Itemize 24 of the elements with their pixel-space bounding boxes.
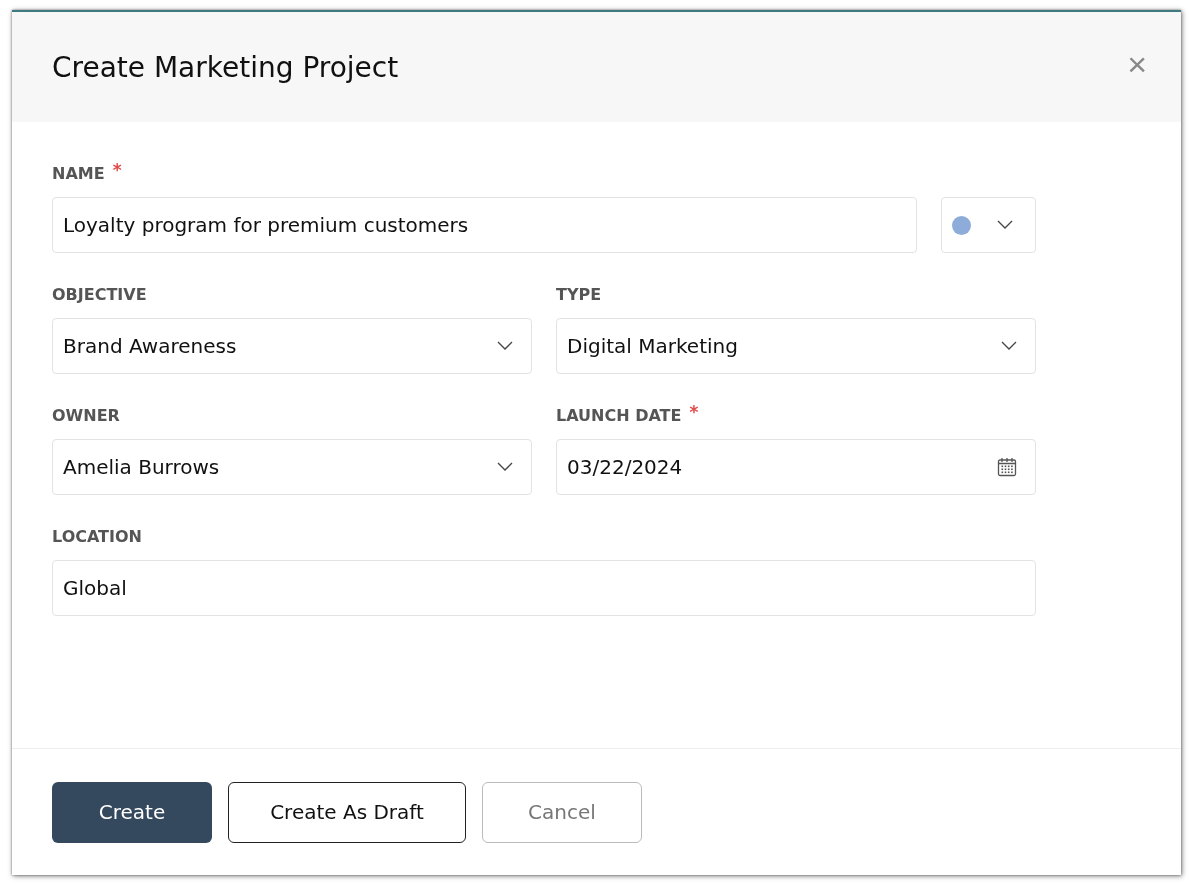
calendar-icon <box>997 457 1017 477</box>
field-label: NAME <box>52 164 105 183</box>
required-mark: * <box>689 402 699 422</box>
create-button[interactable]: Create <box>52 781 212 843</box>
field-label: TYPE <box>556 285 602 304</box>
color-picker[interactable] <box>941 197 1036 253</box>
draft-button[interactable]: Create As Draft <box>228 781 466 843</box>
chevron-down-icon <box>1001 341 1017 351</box>
text-field[interactable]: Global <box>52 560 1036 616</box>
chevron-down-icon <box>997 220 1013 230</box>
field-label: OBJECTIVE <box>52 285 147 304</box>
dropdown-field[interactable]: Brand Awareness <box>52 318 532 374</box>
field-label: OWNER <box>52 406 120 425</box>
required-mark: * <box>112 160 122 180</box>
date-field[interactable]: 03/22/2024 <box>556 439 1036 495</box>
chevron-down-icon <box>497 462 513 472</box>
dialog-title: Create Marketing Project <box>52 50 399 84</box>
field-label: LAUNCH DATE <box>556 406 682 425</box>
text-field[interactable]: Loyalty program for premium customers <box>52 197 917 253</box>
chevron-down-icon <box>497 341 513 351</box>
cancel-button[interactable]: Cancel <box>482 781 642 843</box>
dropdown-field[interactable]: Digital Marketing <box>556 318 1036 374</box>
dropdown-field[interactable]: Amelia Burrows <box>52 439 532 495</box>
field-label: LOCATION <box>52 527 142 546</box>
